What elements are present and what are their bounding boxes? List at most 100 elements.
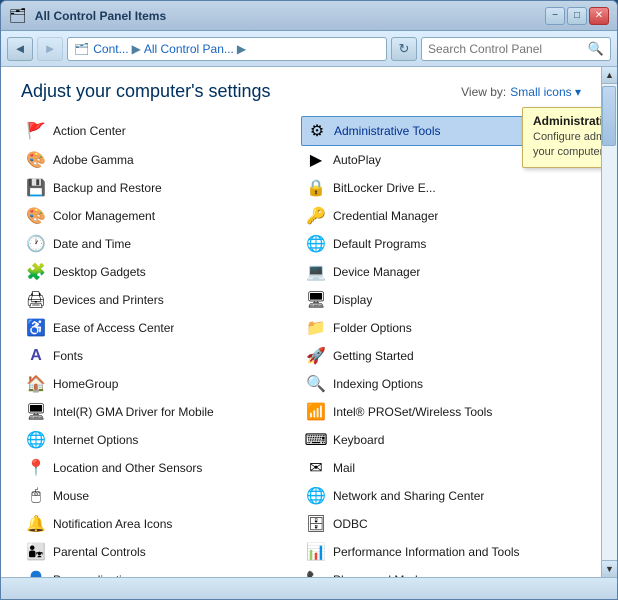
- status-bar: [1, 577, 617, 599]
- close-button[interactable]: ✕: [589, 7, 609, 25]
- item-indexing-options[interactable]: 🔍 Indexing Options: [301, 370, 581, 398]
- item-intel-gma[interactable]: 🖥 Intel(R) GMA Driver for Mobile: [21, 398, 301, 426]
- item-label: Device Manager: [333, 265, 420, 279]
- indexing-options-icon: 🔍: [305, 373, 327, 395]
- search-icon: 🔍: [588, 41, 604, 57]
- item-label: Network and Sharing Center: [333, 489, 484, 503]
- item-label: Default Programs: [333, 237, 426, 251]
- item-location-sensors[interactable]: 📍 Location and Other Sensors: [21, 454, 301, 482]
- item-internet-options[interactable]: 🌐 Internet Options: [21, 426, 301, 454]
- breadcrumb-part1[interactable]: Cont...: [93, 42, 128, 56]
- item-bitlocker[interactable]: 🔒 BitLocker Drive E...: [301, 174, 581, 202]
- breadcrumb-separator1: ▶: [132, 42, 141, 56]
- panel-title: Adjust your computer's settings: [21, 81, 271, 102]
- chevron-down-icon: ▾: [575, 85, 581, 99]
- adobe-gamma-icon: 🎨: [25, 149, 47, 171]
- bitlocker-icon: 🔒: [305, 177, 327, 199]
- item-label: Date and Time: [53, 237, 131, 251]
- nav-bar: ◄ ► 🗂 Cont... ▶ All Control Pan... ▶ ↻ 🔍: [1, 31, 617, 67]
- minimize-button[interactable]: −: [545, 7, 565, 25]
- item-label: Devices and Printers: [53, 293, 164, 307]
- item-display[interactable]: 🖥 Display: [301, 286, 581, 314]
- autoplay-icon: ▶: [305, 149, 327, 171]
- item-label: Backup and Restore: [53, 181, 162, 195]
- item-fonts[interactable]: A Fonts: [21, 342, 301, 370]
- item-label: Desktop Gadgets: [53, 265, 146, 279]
- date-time-icon: 🕐: [25, 233, 47, 255]
- color-management-icon: 🎨: [25, 205, 47, 227]
- item-backup-restore[interactable]: 💾 Backup and Restore: [21, 174, 301, 202]
- item-label: Intel(R) GMA Driver for Mobile: [53, 405, 214, 419]
- item-date-time[interactable]: 🕐 Date and Time: [21, 230, 301, 258]
- personalization-icon: 👤: [25, 569, 47, 577]
- item-label: Indexing Options: [333, 377, 423, 391]
- item-mouse[interactable]: 🖱 Mouse: [21, 482, 301, 510]
- item-keyboard[interactable]: ⌨ Keyboard: [301, 426, 581, 454]
- item-label: Performance Information and Tools: [333, 545, 520, 559]
- item-getting-started[interactable]: 🚀 Getting Started: [301, 342, 581, 370]
- item-label: Internet Options: [53, 433, 138, 447]
- keyboard-icon: ⌨: [305, 429, 327, 451]
- scrollbar: ▲ ▼: [601, 67, 617, 577]
- item-label: Action Center: [53, 124, 126, 138]
- item-color-management[interactable]: 🎨 Color Management: [21, 202, 301, 230]
- forward-button[interactable]: ►: [37, 37, 63, 61]
- item-odbc[interactable]: 🗄 ODBC: [301, 510, 581, 538]
- item-label: Intel® PROSet/Wireless Tools: [333, 405, 492, 419]
- panel-header: Adjust your computer's settings View by:…: [21, 81, 581, 102]
- devices-printers-icon: 🖨: [25, 289, 47, 311]
- notification-icons-icon: 🔔: [25, 513, 47, 535]
- item-adobe-gamma[interactable]: 🎨 Adobe Gamma: [21, 146, 301, 174]
- item-label: Credential Manager: [333, 209, 438, 223]
- ease-of-access-icon: ♿: [25, 317, 47, 339]
- item-network-sharing[interactable]: 🌐 Network and Sharing Center: [301, 482, 581, 510]
- item-label: Ease of Access Center: [53, 321, 174, 335]
- item-label: Mail: [333, 461, 355, 475]
- item-action-center[interactable]: 🚩 Action Center: [21, 116, 301, 146]
- item-performance-info[interactable]: 📊 Performance Information and Tools: [301, 538, 581, 566]
- item-mail[interactable]: ✉ Mail: [301, 454, 581, 482]
- item-intel-proset[interactable]: 📶 Intel® PROSet/Wireless Tools: [301, 398, 581, 426]
- search-box: 🔍: [421, 37, 611, 61]
- breadcrumb-separator2: ▶: [237, 42, 246, 56]
- item-ease-of-access[interactable]: ♿ Ease of Access Center: [21, 314, 301, 342]
- folder-options-icon: 📁: [305, 317, 327, 339]
- view-by-label: View by:: [461, 85, 506, 99]
- refresh-button[interactable]: ↻: [391, 37, 417, 61]
- item-label: Administrative Tools: [334, 124, 441, 138]
- item-personalization[interactable]: 👤 Personalization: [21, 566, 301, 577]
- breadcrumb-part2[interactable]: All Control Pan...: [144, 42, 234, 56]
- odbc-icon: 🗄: [305, 513, 327, 535]
- item-folder-options[interactable]: 📁 Folder Options: [301, 314, 581, 342]
- item-label: Adobe Gamma: [53, 153, 134, 167]
- item-desktop-gadgets[interactable]: 🧩 Desktop Gadgets: [21, 258, 301, 286]
- item-devices-printers[interactable]: 🖨 Devices and Printers: [21, 286, 301, 314]
- item-administrative-tools[interactable]: ⚙ Administrative Tools Administrative To…: [301, 116, 581, 146]
- tooltip-title: Administrative Tools: [533, 114, 601, 128]
- item-credential-manager[interactable]: 🔑 Credential Manager: [301, 202, 581, 230]
- item-notification-icons[interactable]: 🔔 Notification Area Icons: [21, 510, 301, 538]
- back-button[interactable]: ◄: [7, 37, 33, 61]
- item-parental-controls[interactable]: 👨‍👧 Parental Controls: [21, 538, 301, 566]
- scroll-thumb[interactable]: [602, 86, 616, 146]
- item-homegroup[interactable]: 🏠 HomeGroup: [21, 370, 301, 398]
- main-window: 🗂 All Control Panel Items − □ ✕ ◄ ► 🗂 Co…: [0, 0, 618, 600]
- item-label: Getting Started: [333, 349, 414, 363]
- item-label: Display: [333, 293, 372, 307]
- title-bar: 🗂 All Control Panel Items − □ ✕: [1, 1, 617, 31]
- content-area: Adjust your computer's settings View by:…: [1, 67, 617, 577]
- main-panel: Adjust your computer's settings View by:…: [1, 67, 601, 577]
- item-device-manager[interactable]: 💻 Device Manager: [301, 258, 581, 286]
- window-title: All Control Panel Items: [31, 9, 545, 23]
- item-phone-modem[interactable]: 📞 Phone and Modem: [301, 566, 581, 577]
- item-label: ODBC: [333, 517, 368, 531]
- fonts-icon: A: [25, 345, 47, 367]
- item-label: AutoPlay: [333, 153, 381, 167]
- scroll-down-button[interactable]: ▼: [602, 560, 618, 577]
- tooltip-description: Configure administrative settings for yo…: [533, 130, 601, 161]
- search-input[interactable]: [428, 42, 584, 56]
- item-default-programs[interactable]: 🌐 Default Programs: [301, 230, 581, 258]
- maximize-button[interactable]: □: [567, 7, 587, 25]
- view-by-value[interactable]: Small icons ▾: [510, 85, 581, 99]
- scroll-up-button[interactable]: ▲: [602, 67, 618, 84]
